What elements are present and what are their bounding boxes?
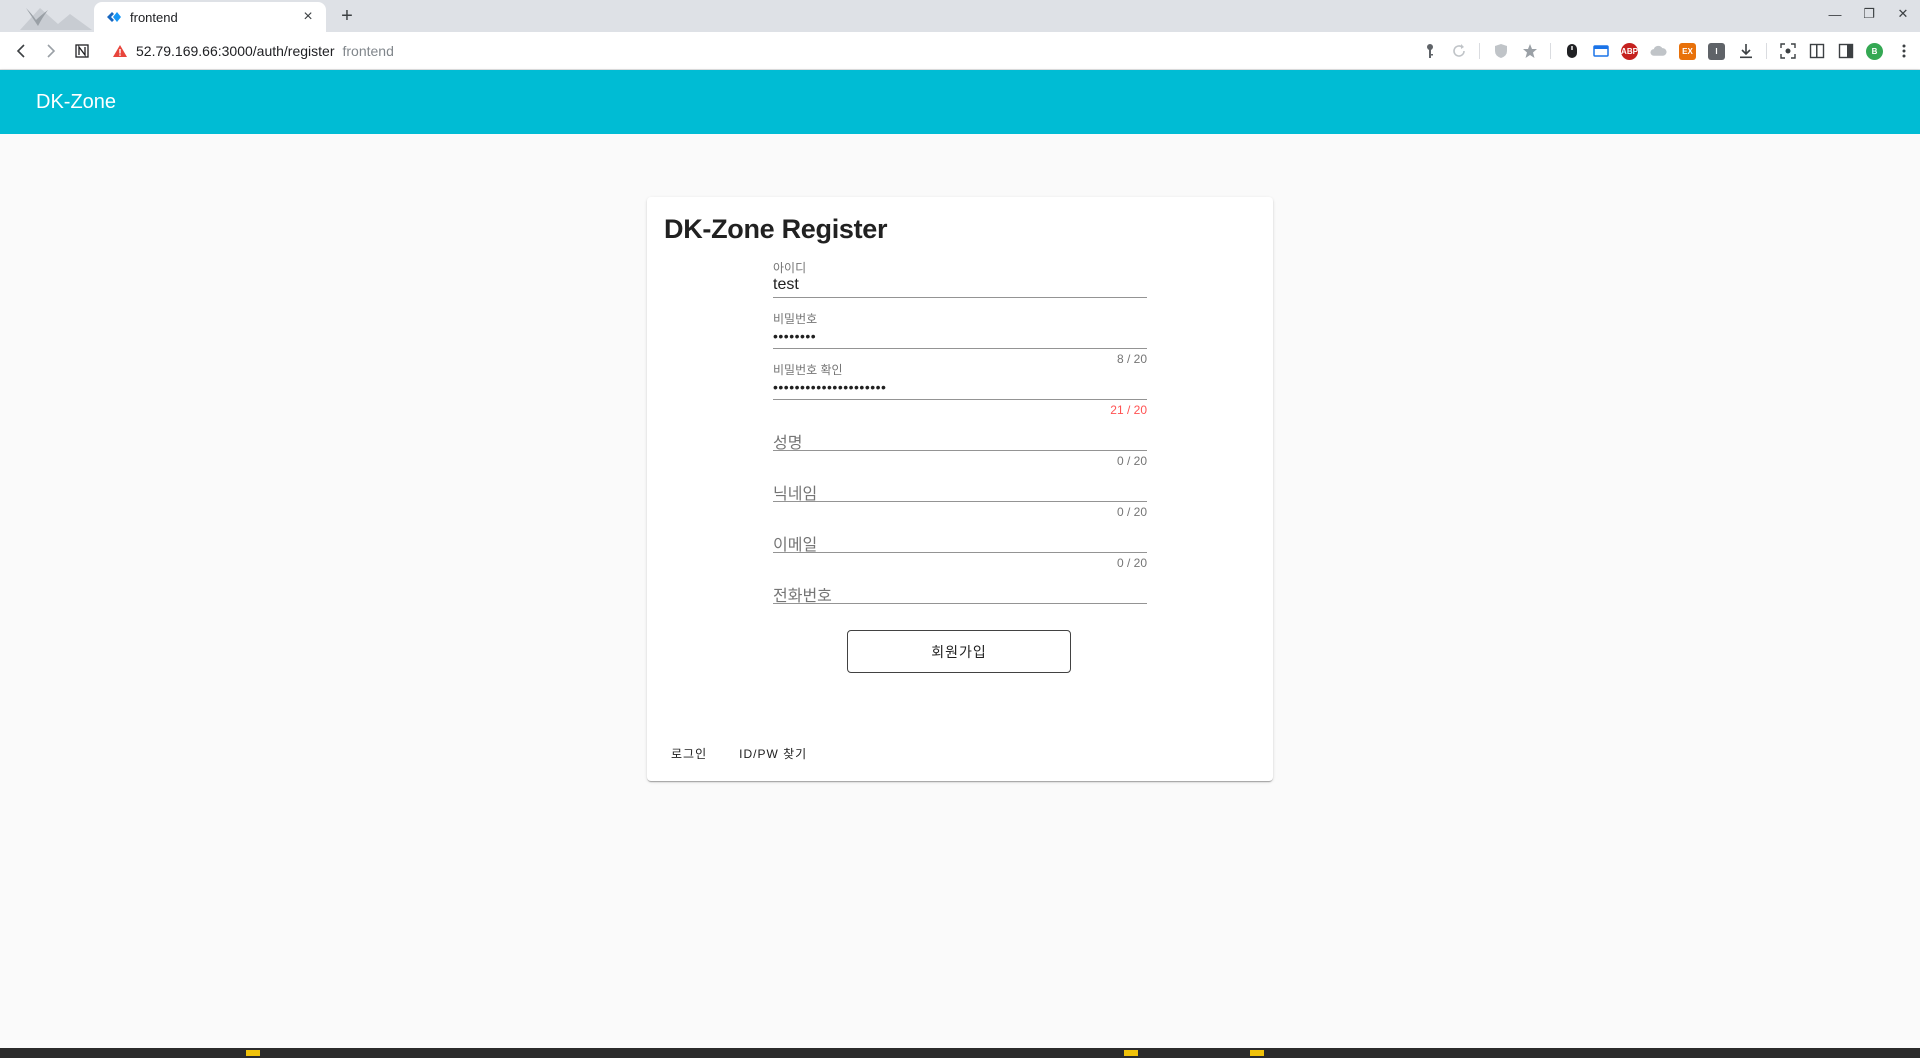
url-page-title: frontend	[342, 43, 394, 59]
sidebar-icon[interactable]	[1837, 43, 1854, 60]
field-underline	[773, 501, 1147, 502]
main-content: DK-Zone Register 아이디 비밀번호 •••••••• 8 / 2…	[0, 134, 1920, 1048]
screenshot-icon[interactable]	[1779, 43, 1796, 60]
divider	[1550, 43, 1551, 59]
minimize-button[interactable]: —	[1818, 0, 1852, 28]
taskbar-app-icon[interactable]	[1250, 1050, 1264, 1056]
register-submit-button[interactable]: 회원가입	[847, 630, 1071, 673]
menu-icon[interactable]	[1895, 43, 1912, 60]
close-window-button[interactable]: ✕	[1886, 0, 1920, 28]
mouse-icon[interactable]	[1563, 43, 1580, 60]
card-title: DK-Zone Register	[664, 214, 888, 244]
register-form: 아이디 비밀번호 •••••••• 8 / 20 비밀번호 확인 •••••••…	[773, 257, 1147, 614]
info-extension-icon[interactable]: I	[1708, 42, 1725, 60]
extensions-bar: ABP EX I B	[1421, 39, 1912, 63]
url-text: 52.79.169.66:3000/auth/register	[136, 43, 335, 59]
address-bar[interactable]: 52.79.169.66:3000/auth/register frontend	[112, 37, 1412, 65]
phone-field[interactable]: 전화번호	[773, 563, 1147, 614]
reader-mode-icon[interactable]	[1808, 43, 1825, 60]
not-secure-warning-icon	[113, 45, 127, 57]
app-bar: DK-Zone	[0, 70, 1920, 134]
profile-avatar[interactable]: B	[1866, 42, 1883, 60]
email-field[interactable]: 이메일 0 / 20	[773, 512, 1147, 570]
user-id-input[interactable]	[773, 274, 1147, 296]
download-icon[interactable]	[1737, 43, 1754, 60]
window-controls: — ❐ ✕	[1818, 0, 1920, 32]
star-icon[interactable]	[1521, 43, 1538, 60]
notion-icon	[75, 44, 89, 58]
forward-button[interactable]	[38, 39, 62, 63]
password-field[interactable]: 비밀번호 •••••••• 8 / 20	[773, 308, 1147, 366]
field-underline	[773, 603, 1147, 604]
register-card: DK-Zone Register 아이디 비밀번호 •••••••• 8 / 2…	[647, 197, 1273, 781]
adblock-plus-icon[interactable]: ABP	[1621, 42, 1638, 60]
browser-tab-frontend[interactable]: frontend ×	[94, 2, 326, 32]
restore-button[interactable]: ❐	[1852, 0, 1886, 28]
tab-close-icon[interactable]: ×	[300, 9, 316, 25]
name-field[interactable]: 성명 0 / 20	[773, 410, 1147, 468]
window-icon[interactable]	[1592, 43, 1609, 60]
field-underline	[773, 297, 1147, 298]
back-button[interactable]	[10, 39, 34, 63]
field-underline	[773, 552, 1147, 553]
new-tab-button[interactable]: +	[336, 5, 358, 27]
browser-tabstrip: frontend × + — ❐ ✕	[0, 0, 1920, 32]
password-input[interactable]: ••••••••	[773, 325, 1147, 347]
shield-icon[interactable]	[1492, 43, 1509, 60]
tab-title: frontend	[130, 9, 178, 25]
os-taskbar	[0, 1048, 1920, 1058]
divider	[1479, 43, 1480, 59]
cloud-icon[interactable]	[1650, 43, 1667, 60]
card-actions: 로그인 ID/PW 찾기	[655, 735, 823, 771]
vuetify-favicon-icon	[106, 9, 122, 25]
back-arrow-icon	[16, 44, 25, 58]
nickname-field[interactable]: 닉네임 0 / 20	[773, 461, 1147, 519]
field-underline	[773, 348, 1147, 349]
browser-toolbar: 52.79.169.66:3000/auth/register frontend…	[0, 32, 1920, 70]
notion-extension-button[interactable]	[70, 39, 94, 63]
taskbar-app-icon[interactable]	[1124, 1050, 1138, 1056]
ex-extension-icon[interactable]: EX	[1679, 42, 1696, 60]
refresh-icon[interactable]	[1450, 43, 1467, 60]
password-confirm-field[interactable]: 비밀번호 확인 ••••••••••••••••••••• 21 / 20	[773, 359, 1147, 417]
forward-arrow-icon	[47, 44, 56, 58]
field-underline	[773, 450, 1147, 451]
app-title[interactable]: DK-Zone	[36, 91, 116, 114]
browser-logo-icon	[0, 0, 92, 32]
find-id-pw-button[interactable]: ID/PW 찾기	[723, 735, 823, 771]
user-id-field[interactable]: 아이디	[773, 257, 1147, 308]
login-link-button[interactable]: 로그인	[655, 735, 723, 771]
field-underline	[773, 399, 1147, 400]
divider	[1766, 43, 1767, 59]
key-icon[interactable]	[1421, 43, 1438, 60]
taskbar-app-icon[interactable]	[246, 1050, 260, 1056]
password-confirm-input[interactable]: •••••••••••••••••••••	[773, 376, 1147, 398]
